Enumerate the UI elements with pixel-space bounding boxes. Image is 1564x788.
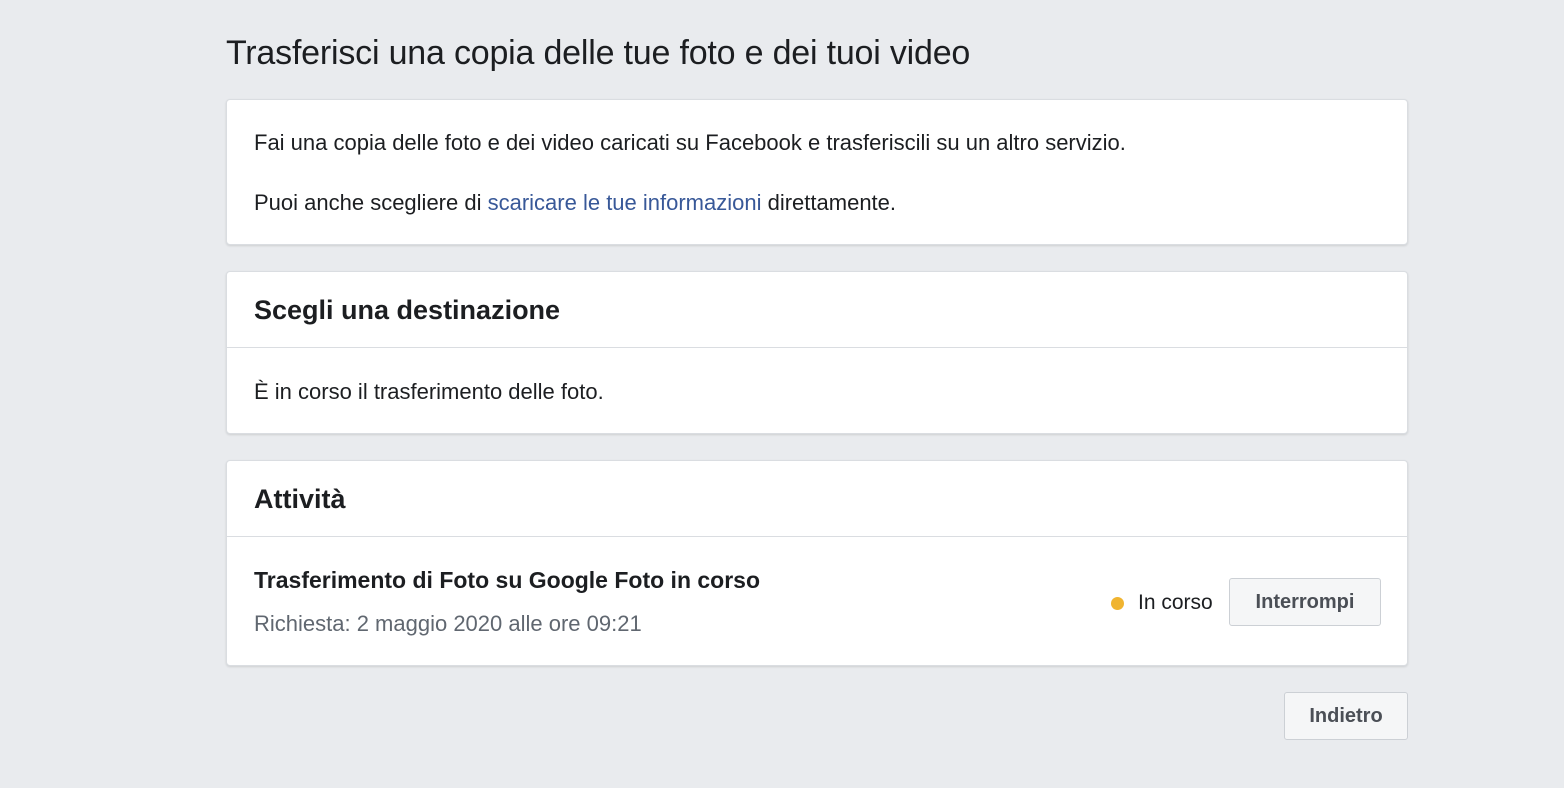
stop-transfer-button[interactable]: Interrompi — [1229, 578, 1381, 626]
activity-item-title: Trasferimento di Foto su Google Foto in … — [254, 567, 761, 593]
destination-heading: Scegli una destinazione — [254, 295, 561, 325]
download-information-link[interactable]: scaricare le tue informazioni — [488, 190, 762, 215]
intro-description: Fai una copia delle foto e dei video car… — [254, 130, 1126, 155]
activity-item-request-date: Richiesta: 2 maggio 2020 alle ore 09:21 — [254, 611, 642, 636]
destination-card: Scegli una destinazione È in corso il tr… — [226, 271, 1408, 434]
page-title: Trasferisci una copia delle tue foto e d… — [226, 34, 971, 72]
status-label: In corso — [1138, 591, 1213, 614]
activity-item: Trasferimento di Foto su Google Foto in … — [227, 537, 1407, 665]
intro-download-note: Puoi anche scegliere di scaricare le tue… — [254, 188, 896, 218]
back-button[interactable]: Indietro — [1284, 692, 1408, 740]
destination-status-text: È in corso il trasferimento delle foto. — [254, 379, 604, 404]
intro-download-prefix: Puoi anche scegliere di — [254, 190, 488, 215]
status-indicator: In corso — [1111, 588, 1213, 618]
activity-card: Attività Trasferimento di Foto su Google… — [226, 460, 1408, 666]
intro-card: Fai una copia delle foto e dei video car… — [226, 99, 1408, 245]
intro-download-suffix: direttamente. — [761, 190, 897, 215]
transfer-page: Trasferisci una copia delle tue foto e d… — [0, 0, 1564, 788]
activity-card-header: Attività — [227, 461, 1407, 537]
destination-card-header: Scegli una destinazione — [227, 272, 1407, 348]
status-dot-icon — [1111, 596, 1124, 610]
activity-heading: Attività — [254, 484, 346, 514]
